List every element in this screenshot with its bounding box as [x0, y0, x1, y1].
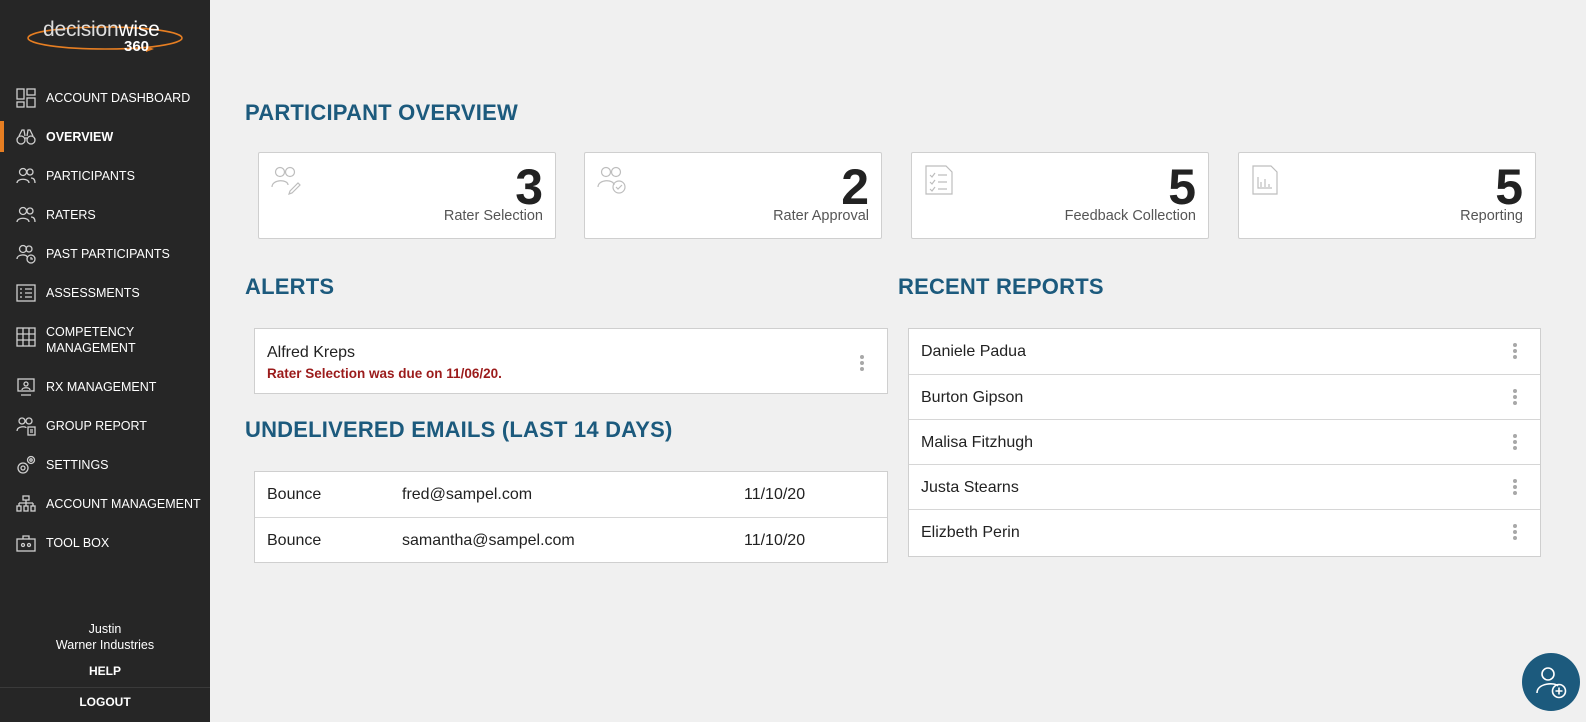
logout-button[interactable]: LOGOUT [0, 687, 210, 722]
email-address: samantha@sampel.com [402, 532, 575, 549]
list-item[interactable]: Burton Gipson [909, 374, 1540, 419]
report-chart-icon [1252, 165, 1278, 195]
add-participant-button[interactable] [1522, 653, 1580, 711]
email-status: Bounce [267, 532, 322, 549]
stat-card-feedback-collection[interactable]: 5 Feedback Collection [911, 152, 1209, 239]
org-chart-icon [16, 494, 36, 512]
logo[interactable]: decisionwise 360 [26, 14, 186, 60]
email-date: 11/10/20 [744, 486, 806, 503]
more-options-icon[interactable] [1512, 343, 1518, 361]
recent-reports-list: Daniele Padua Burton Gipson Malisa Fitzh… [908, 328, 1541, 557]
sidebar-item-account-dashboard[interactable]: ACCOUNT DASHBOARD [0, 78, 210, 117]
main-nav: ACCOUNT DASHBOARD OVERVIEW PARTICIPANTS … [0, 78, 210, 562]
sidebar-item-participants[interactable]: PARTICIPANTS [0, 156, 210, 195]
users-report-icon [16, 416, 36, 436]
more-options-icon[interactable] [1512, 479, 1518, 497]
sidebar-item-assessments[interactable]: ASSESSMENTS [0, 273, 210, 312]
help-link[interactable]: HELP [0, 664, 210, 678]
email-address: fred@sampel.com [402, 486, 533, 503]
more-options-icon[interactable] [1512, 524, 1518, 542]
sidebar: decisionwise 360 ACCOUNT DASHBOARD OVERV… [0, 0, 210, 722]
logo-suffix: 360 [124, 38, 150, 55]
binoculars-icon [16, 128, 36, 145]
email-date: 11/10/20 [744, 532, 806, 549]
undelivered-emails-table: Bounce fred@sampel.com 11/10/20 Bounce s… [254, 471, 888, 563]
sidebar-item-group-report[interactable]: GROUP REPORT [0, 406, 210, 445]
report-participant-name: Burton Gipson [921, 389, 1024, 406]
sidebar-item-past-participants[interactable]: PAST PARTICIPANTS [0, 234, 210, 273]
alert-item[interactable]: Alfred Kreps Rater Selection was due on … [254, 328, 888, 394]
toolbox-icon [16, 534, 36, 552]
more-options-icon[interactable] [859, 355, 865, 373]
user-name: Justin [88, 622, 122, 636]
report-participant-name: Malisa Fitzhugh [921, 434, 1034, 451]
user-company: Warner Industries [55, 638, 155, 652]
stat-label: Rater Approval [773, 208, 869, 224]
grid-icon [16, 327, 36, 347]
users-edit-icon [271, 166, 301, 195]
alerts-title: ALERTS [245, 274, 335, 299]
list-item[interactable]: Justa Stearns [909, 464, 1540, 509]
undelivered-emails-title: UNDELIVERED EMAILS (LAST 14 DAYS) [245, 417, 673, 442]
users-icon [16, 167, 36, 183]
add-user-icon [1536, 667, 1567, 699]
report-participant-name: Daniele Padua [921, 343, 1026, 360]
stat-label: Feedback Collection [1064, 208, 1196, 224]
gears-icon [17, 455, 36, 474]
list-item[interactable]: Daniele Padua [909, 329, 1540, 374]
checklist-doc-icon [925, 165, 953, 195]
sidebar-item-rx-management[interactable]: RX MANAGEMENT [0, 367, 210, 406]
users-check-icon [597, 166, 626, 194]
stat-label: Reporting [1460, 208, 1523, 224]
table-row: Bounce samantha@sampel.com 11/10/20 [255, 517, 887, 562]
table-row: Bounce fred@sampel.com 11/10/20 [255, 472, 887, 517]
recent-reports-title: RECENT REPORTS [898, 274, 1104, 299]
sidebar-item-competency-management[interactable]: COMPETENCY MANAGEMENT [0, 312, 210, 367]
sidebar-item-raters[interactable]: RATERS [0, 195, 210, 234]
stat-card-rater-approval[interactable]: 2 Rater Approval [584, 152, 882, 239]
sidebar-item-account-management[interactable]: ACCOUNT MANAGEMENT [0, 484, 210, 523]
list-item[interactable]: Malisa Fitzhugh [909, 419, 1540, 464]
dashboard-icon [16, 87, 36, 108]
checklist-icon [16, 283, 36, 302]
more-options-icon[interactable] [1512, 389, 1518, 407]
report-participant-name: Justa Stearns [921, 479, 1019, 496]
stat-label: Rater Selection [443, 208, 543, 224]
user-info: Justin Warner Industries [0, 621, 210, 653]
alert-message: Rater Selection was due on 11/06/20. [267, 366, 502, 381]
stat-card-reporting[interactable]: 5 Reporting [1238, 152, 1536, 239]
participant-overview-title: PARTICIPANT OVERVIEW [245, 100, 518, 125]
users-clock-icon [16, 244, 36, 264]
report-participant-name: Elizbeth Perin [921, 524, 1020, 541]
email-status: Bounce [267, 486, 322, 503]
sidebar-item-tool-box[interactable]: TOOL BOX [0, 523, 210, 562]
list-item[interactable]: Elizbeth Perin [909, 509, 1540, 554]
monitor-user-icon [17, 377, 35, 396]
alert-participant-name: Alfred Kreps [267, 344, 356, 361]
sidebar-item-settings[interactable]: SETTINGS [0, 445, 210, 484]
sidebar-item-overview[interactable]: OVERVIEW [0, 117, 210, 156]
more-options-icon[interactable] [1512, 434, 1518, 452]
users-icon [16, 206, 36, 222]
stat-card-rater-selection[interactable]: 3 Rater Selection [258, 152, 556, 239]
